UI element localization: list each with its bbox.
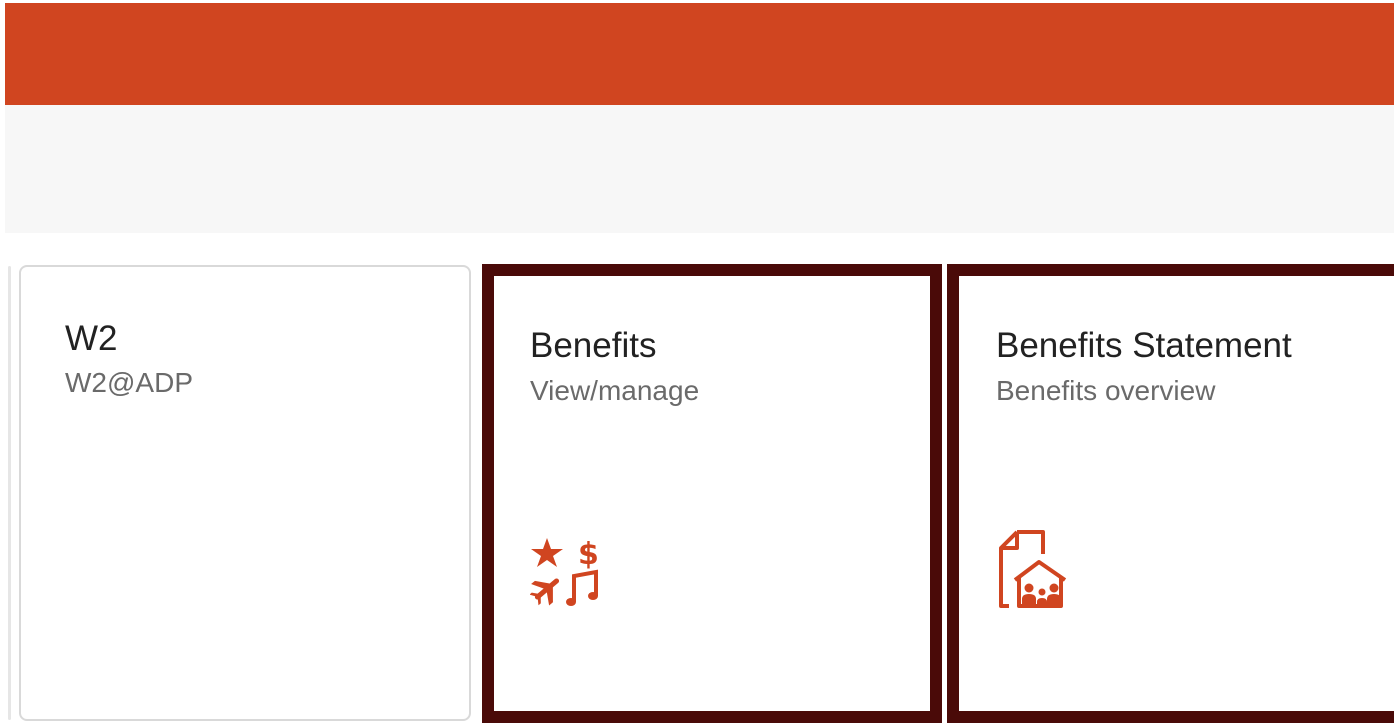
page-subheader — [5, 105, 1394, 233]
tile-subtitle: Benefits overview — [996, 375, 1216, 406]
tile-subtitle: View/manage — [530, 375, 700, 406]
tile-subtitle: W2@ADP — [65, 367, 193, 398]
tile-title: Benefits Statement — [996, 326, 1292, 365]
tile-title: W2 — [65, 319, 118, 358]
shell-header-bar — [5, 3, 1394, 105]
tile-benefits[interactable]: Benefits View/manage $ — [482, 264, 942, 723]
document-family-house-icon — [999, 530, 1067, 608]
benefits-perks-icon: $ — [530, 537, 599, 606]
tile-w2[interactable]: W2 W2@ADP — [19, 265, 471, 721]
svg-text:$: $ — [578, 537, 599, 572]
previous-tile-edge — [8, 266, 11, 720]
tile-title: Benefits — [530, 326, 657, 365]
tile-benefits-statement[interactable]: Benefits Statement Benefits overview — [947, 264, 1394, 723]
